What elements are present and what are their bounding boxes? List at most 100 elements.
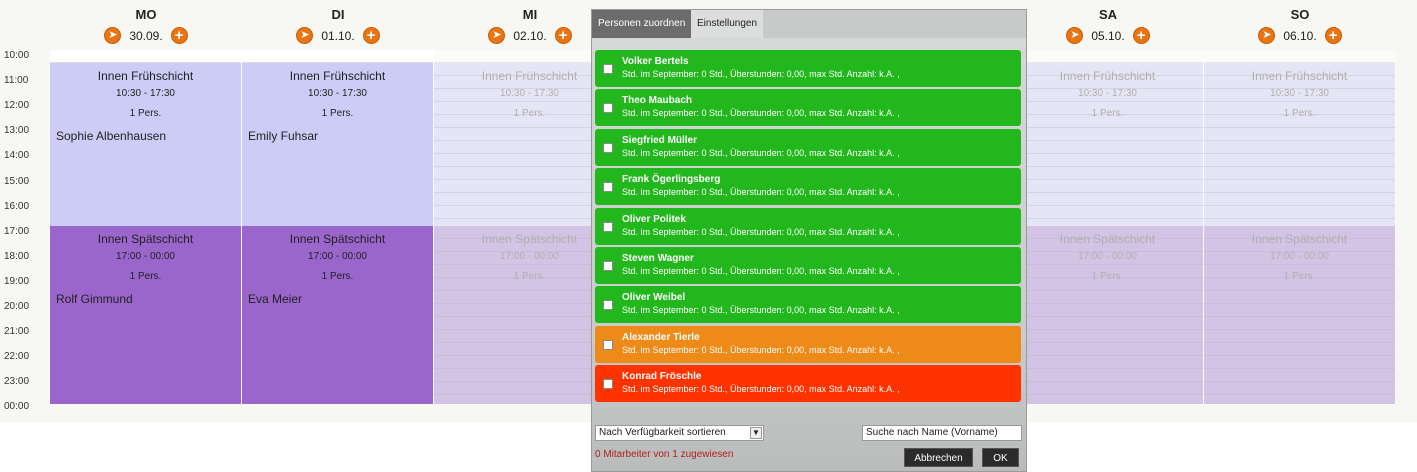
shift-time: 17:00 - 00:00 [116,251,175,262]
shift-time: 10:30 - 17:30 [1078,88,1137,99]
slot-row[interactable] [50,50,241,63]
shift-early[interactable]: Innen Frühschicht 10:30 - 17:30 1 Pers. [1012,63,1203,226]
sort-select[interactable]: Nach Verfügbarkeit sortieren ▼ [595,425,764,441]
person-item[interactable]: Alexander Tierle Std. im September: 0 Std… [595,325,1021,363]
shift-early[interactable]: Innen Frühschicht 10:30 - 17:30 1 Pers. [1204,63,1395,226]
day-header-sa: SA ➤ 05.10. + [1012,0,1204,48]
slot-row[interactable] [1204,50,1395,63]
arrow-right-icon[interactable]: ➤ [1066,27,1084,44]
shift-early[interactable]: Innen Frühschicht 10:30 - 17:30 1 Pers. Sop… [50,63,241,226]
arrow-right-icon[interactable]: ➤ [488,27,506,44]
add-icon[interactable]: + [1324,27,1342,44]
day-date: 30.09. [129,28,163,43]
day-header-so: SO ➤ 06.10. + [1204,0,1396,48]
person-hours-info: Std. im September: 0 Std., Überstunden: … [622,344,900,355]
person-checkbox[interactable] [603,379,613,390]
shift-time: 10:30 - 17:30 [1270,88,1329,99]
search-input[interactable]: Suche nach Name (Vorname) [862,425,1022,441]
person-checkbox[interactable] [603,221,613,232]
person-name: Oliver Weibel [622,292,686,304]
arrow-right-icon[interactable]: ➤ [104,27,122,44]
shift-late[interactable]: Innen Spätschicht 17:00 - 00:00 1 Pers. Eva… [242,226,433,404]
person-checkbox[interactable] [603,64,613,74]
person-item[interactable]: Frank Ögerlingsberg Std. im September: 0 … [595,168,1021,206]
time-label: 22:00 [4,351,30,363]
shift-late[interactable]: Innen Spätschicht 17:00 - 00:00 1 Pers. [1204,226,1395,404]
shift-person-count: 1 Pers. [321,271,354,282]
add-icon[interactable]: + [362,27,380,44]
add-icon[interactable]: + [554,27,572,44]
person-hours-info: Std. im September: 0 Std., Überstunden: … [622,384,900,395]
person-name: Theo Maubach [622,95,693,107]
person-name: Volker Bertels [622,56,689,67]
time-label: 13:00 [4,125,30,137]
person-name: Siegfried Müller [622,134,698,146]
person-checkbox[interactable] [603,182,613,193]
shift-person-count: 1 Pers. [321,108,354,119]
arrow-right-icon[interactable]: ➤ [296,27,314,44]
day-date: 01.10. [321,28,355,43]
add-icon[interactable]: + [1132,27,1150,44]
shift-early[interactable]: Innen Frühschicht 10:30 - 17:30 1 Pers. Emi… [242,63,433,226]
time-label: 19:00 [4,275,30,287]
assigned-person: Sophie Albenhausen [56,129,167,143]
slot-row[interactable] [1012,50,1203,63]
person-item[interactable]: Siegfried Müller Std. im September: 0 Std… [595,128,1021,166]
shift-time: 17:00 - 00:00 [1078,251,1137,262]
ok-button[interactable]: OK [982,448,1019,467]
person-name: Konrad Fröschle [622,371,702,383]
assignment-status: 0 Mitarbeiter von 1 zugewiesen [595,449,734,460]
day-header-mo: MO ➤ 30.09. + [50,0,242,48]
dialog-tab-bar: Personen zuordnen Einstellungen [592,10,1026,38]
day-date-row: ➤ 05.10. + [1012,27,1204,44]
shift-person-count: 1 Pers. [129,271,162,282]
person-hours-info: Std. im September: 0 Std., Überstunden: … [622,69,900,79]
tab-assign-persons[interactable]: Personen zuordnen [592,10,692,38]
slot-row[interactable] [242,50,433,63]
day-date-row: ➤ 06.10. + [1204,27,1396,44]
time-label: 23:00 [4,376,30,388]
time-label: 17:00 [4,225,30,237]
person-item[interactable]: Volker Bertels Std. im September: 0 Std.,… [595,50,1021,87]
shift-time: 17:00 - 00:00 [1270,251,1329,262]
day-name: MO [135,7,157,22]
person-checkbox[interactable] [603,339,613,350]
chevron-down-icon[interactable]: ▼ [750,427,762,439]
day-date: 05.10. [1091,28,1125,43]
day-date: 02.10. [513,28,547,43]
shift-late[interactable]: Innen Spätschicht 17:00 - 00:00 1 Pers. Rol… [50,226,241,404]
day-date-row: ➤ 30.09. + [50,27,242,44]
time-label: 14:00 [4,150,30,162]
person-checkbox[interactable] [603,103,613,114]
person-item[interactable]: Konrad Fröschle Std. im September: 0 Std.… [595,365,1021,403]
person-name: Steven Wagner [622,253,694,264]
shift-late[interactable]: Innen Spätschicht 17:00 - 00:00 1 Pers. [1012,226,1203,404]
person-item[interactable]: Oliver Weibel Std. im September: 0 Std., … [595,286,1021,324]
person-item[interactable]: Steven Wagner Std. im September: 0 Std., … [595,247,1021,284]
shift-person-count: 1 Pers. [129,108,162,119]
person-checkbox[interactable] [603,261,613,271]
time-label: 18:00 [4,250,30,262]
sort-select-label: Nach Verfügbarkeit sortieren [599,427,726,438]
arrow-right-icon[interactable]: ➤ [1258,27,1276,44]
person-hours-info: Std. im September: 0 Std., Überstunden: … [622,187,900,198]
person-checkbox[interactable] [603,300,613,311]
add-icon[interactable]: + [170,27,188,44]
tab-settings[interactable]: Einstellungen [691,10,764,38]
time-label: 20:00 [4,301,30,312]
person-name: Frank Ögerlingsberg [622,174,721,186]
cancel-button[interactable]: Abbrechen [904,448,973,467]
time-label: 16:00 [4,200,30,212]
shift-title: Innen Spätschicht [289,232,386,246]
person-hours-info: Std. im September: 0 Std., Überstunden: … [622,305,900,316]
shift-person-count: 1 Pers. [1091,108,1124,119]
person-hours-info: Std. im September: 0 Std., Überstunden: … [622,266,900,276]
person-item[interactable]: Theo Maubach Std. im September: 0 Std., Ü… [595,89,1021,127]
shift-title: Innen Frühschicht [97,69,194,83]
person-item[interactable]: Oliver Politek Std. im September: 0 Std.,… [595,207,1021,245]
shift-title: Innen Spätschicht [1059,232,1156,246]
time-label: 15:00 [4,175,30,187]
time-label: 11:00 [4,75,29,87]
shift-title: Innen Spätschicht [97,232,194,246]
person-checkbox[interactable] [603,142,613,153]
